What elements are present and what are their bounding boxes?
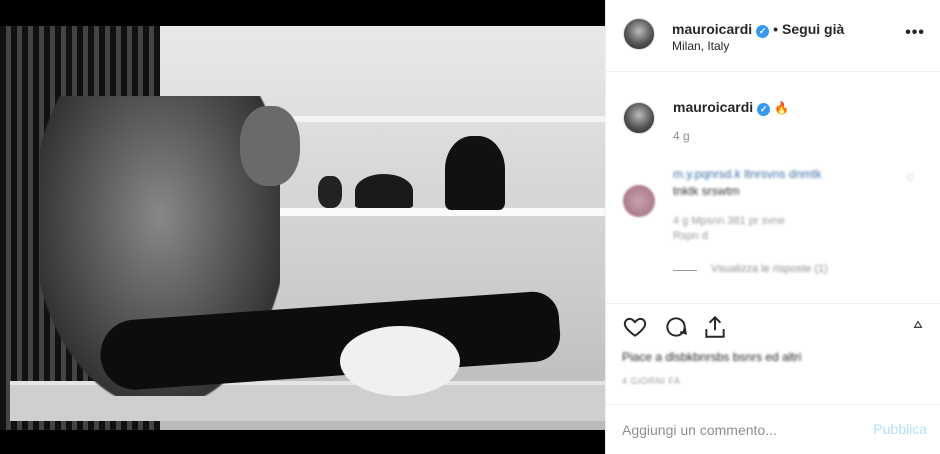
photo-helmet [355, 174, 413, 208]
avatar[interactable] [623, 18, 655, 50]
bookmark-icon[interactable] [911, 318, 925, 332]
username-link[interactable]: mauroicardi [672, 21, 752, 37]
post-header: mauroicardi ✓ • Segui già Milan, Italy ••• [606, 0, 940, 72]
comment-bubble-icon[interactable] [663, 314, 689, 340]
follow-button[interactable]: Segui già [782, 21, 844, 37]
post-author: mauroicardi ✓ • Segui già [672, 21, 844, 38]
photo-vase [318, 176, 342, 208]
username-link[interactable]: mauroicardi [673, 99, 753, 115]
comment-text: m.y.pqnrsd.k ltnrsvns dnmtk [673, 167, 822, 181]
post-side-panel: mauroicardi ✓ • Segui già Milan, Italy ••• … [605, 0, 940, 454]
photo-man-head [240, 106, 300, 186]
comment-text: tnktk srswtm [673, 184, 740, 198]
heart-icon[interactable] [622, 314, 648, 340]
photo-hair [340, 326, 460, 396]
post-date: 4 GIORNI FA [622, 376, 681, 386]
comments-section[interactable]: mauroicardi ✓ 🔥 4 g m.y.pqnrsd.k ltnrsvns … [606, 72, 940, 304]
post-photo[interactable] [0, 26, 605, 430]
comment-input[interactable] [622, 419, 862, 441]
view-replies-link[interactable]: Vsualizza le risposte (1) [711, 263, 828, 275]
location-link[interactable]: Milan, Italy [672, 39, 729, 53]
publish-button[interactable]: Pubblica [873, 421, 927, 437]
fire-emoji-icon: 🔥 [774, 101, 790, 115]
share-icon[interactable] [702, 314, 728, 340]
avatar[interactable] [623, 102, 655, 134]
more-options-icon[interactable]: ••• [905, 24, 925, 42]
likes-summary[interactable]: Piace a dlsbkbnrsbs bsnrs ed altri [622, 350, 801, 364]
verified-badge-icon: ✓ [757, 103, 771, 116]
photo-horse-sculpture [445, 136, 505, 210]
caption-author: mauroicardi ✓ 🔥 [673, 99, 789, 116]
comment-meta: 4 g Mpsnn 381 pr svne [673, 215, 785, 227]
separator-dot: • [773, 21, 779, 37]
verified-badge-icon: ✓ [756, 25, 770, 38]
add-comment-bar: Pubblica [606, 404, 940, 454]
comment-reply-link[interactable]: Rspn d [673, 230, 708, 242]
comment-like-icon[interactable]: ♡ [906, 173, 915, 184]
replies-divider [673, 270, 697, 271]
caption-time[interactable]: 4 g [673, 129, 690, 143]
post-photo-pane[interactable] [0, 0, 605, 454]
action-bar [606, 310, 940, 344]
commenter-avatar[interactable] [623, 185, 655, 217]
